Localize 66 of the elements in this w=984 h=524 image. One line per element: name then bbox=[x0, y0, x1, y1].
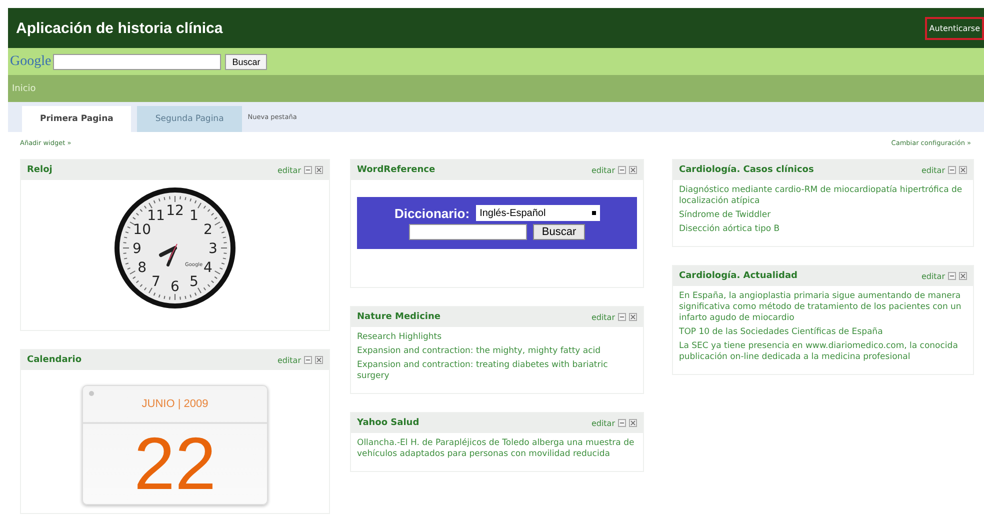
page-tab[interactable]: Segunda Pagina bbox=[137, 106, 242, 132]
dropdown-icon bbox=[592, 211, 596, 215]
close-icon[interactable] bbox=[959, 166, 967, 174]
clock-numeral: 12 bbox=[166, 203, 184, 219]
news-link[interactable]: Disección aórtica tipo B bbox=[679, 224, 967, 235]
close-icon[interactable] bbox=[629, 419, 637, 427]
gadget-title: Cardiología. Casos clínicos bbox=[679, 165, 814, 175]
news-link[interactable]: En España, la angioplastia primaria sigue aumentando de manera significativa como método de tratamiento de los pacientes con un infarto agudo de miocardio bbox=[679, 291, 967, 324]
login-button[interactable]: Autenticarse bbox=[925, 16, 984, 40]
edit-link[interactable]: editar bbox=[921, 272, 945, 280]
search-button[interactable]: Buscar bbox=[225, 54, 268, 70]
news-link[interactable]: Diagnóstico mediante cardio-RM de miocardiopatía hipertrófica de localización atípica bbox=[679, 185, 967, 207]
edit-link[interactable]: editar bbox=[591, 166, 615, 174]
news-link[interactable]: La SEC ya tiene presencia en www.diariomedico.com, la conocida publicación on-line dedicada a la medicina profesional bbox=[679, 341, 967, 363]
news-link[interactable]: Expansion and contraction: the mighty, mighty fatty acid bbox=[357, 346, 637, 357]
edit-link[interactable]: editar bbox=[277, 356, 301, 364]
clock-hands bbox=[159, 244, 178, 266]
clock-numeral: 8 bbox=[138, 260, 147, 276]
minimize-icon[interactable] bbox=[948, 166, 956, 174]
gadget-title: Cardiología. Actualidad bbox=[679, 271, 798, 281]
search-field[interactable] bbox=[53, 54, 222, 70]
gadget-title: Yahoo Salud bbox=[357, 418, 420, 428]
news-link[interactable]: Research Highlights bbox=[357, 332, 637, 343]
clock-numeral: 1 bbox=[190, 208, 198, 224]
clock-numeral: 7 bbox=[152, 274, 160, 290]
app-title: Aplicación de historia clínica bbox=[16, 20, 223, 36]
word-field[interactable] bbox=[408, 224, 527, 240]
minimize-icon[interactable] bbox=[618, 166, 626, 174]
news-link[interactable]: Expansion and contraction: treating diabetes with bariatric surgery bbox=[357, 360, 637, 382]
minimize-icon[interactable] bbox=[304, 356, 312, 364]
calendar-month: JUNIO | 2009 bbox=[142, 398, 208, 410]
close-icon[interactable] bbox=[315, 356, 323, 364]
clock-numeral: 11 bbox=[147, 208, 165, 224]
minimize-icon[interactable] bbox=[618, 419, 626, 427]
close-icon[interactable] bbox=[959, 272, 967, 280]
minimize-icon[interactable] bbox=[618, 313, 626, 321]
news-link[interactable]: Síndrome de Twiddler bbox=[679, 210, 967, 221]
dictionary-label: Diccionario: bbox=[394, 206, 470, 220]
search-logo: Google bbox=[10, 54, 52, 70]
search-button[interactable]: Buscar bbox=[532, 224, 586, 240]
clock-numeral: 4 bbox=[203, 260, 212, 276]
language-select[interactable]: Inglés-Español bbox=[476, 205, 600, 221]
calendar-day: 22 bbox=[83, 424, 267, 504]
clock-numeral: 3 bbox=[208, 241, 218, 257]
minimize-icon[interactable] bbox=[304, 166, 312, 174]
close-icon[interactable] bbox=[629, 166, 637, 174]
clock-numeral: 5 bbox=[190, 274, 198, 290]
edit-link[interactable]: editar bbox=[591, 312, 615, 322]
gadget-title: Nature Medicine bbox=[357, 312, 441, 322]
news-link[interactable]: Ollancha.-El H. de Parapléjicos de Toledo alberga una muestra de vehículos adaptados para personas con movilidad reducida bbox=[357, 438, 637, 460]
clock-numeral: 6 bbox=[170, 279, 180, 295]
edit-link[interactable]: editar bbox=[277, 166, 301, 174]
gadget-title: Calendario bbox=[27, 355, 82, 365]
edit-link[interactable]: editar bbox=[921, 166, 945, 174]
clock-numeral: 10 bbox=[133, 222, 151, 238]
minimize-icon[interactable] bbox=[948, 272, 956, 280]
clock-numeral: 2 bbox=[203, 222, 212, 238]
close-icon[interactable] bbox=[629, 313, 637, 321]
news-link[interactable]: TOP 10 de las Sociedades Científicas de España bbox=[679, 327, 967, 338]
clock-numeral: 9 bbox=[132, 241, 142, 257]
gadget-title: Reloj bbox=[27, 165, 52, 175]
gadget-title: WordReference bbox=[357, 165, 436, 175]
close-icon[interactable] bbox=[315, 166, 323, 174]
edit-link[interactable]: editar bbox=[591, 418, 615, 428]
page-tab[interactable]: Primera Pagina bbox=[22, 106, 132, 132]
nav-link[interactable]: Inicio bbox=[12, 84, 36, 94]
